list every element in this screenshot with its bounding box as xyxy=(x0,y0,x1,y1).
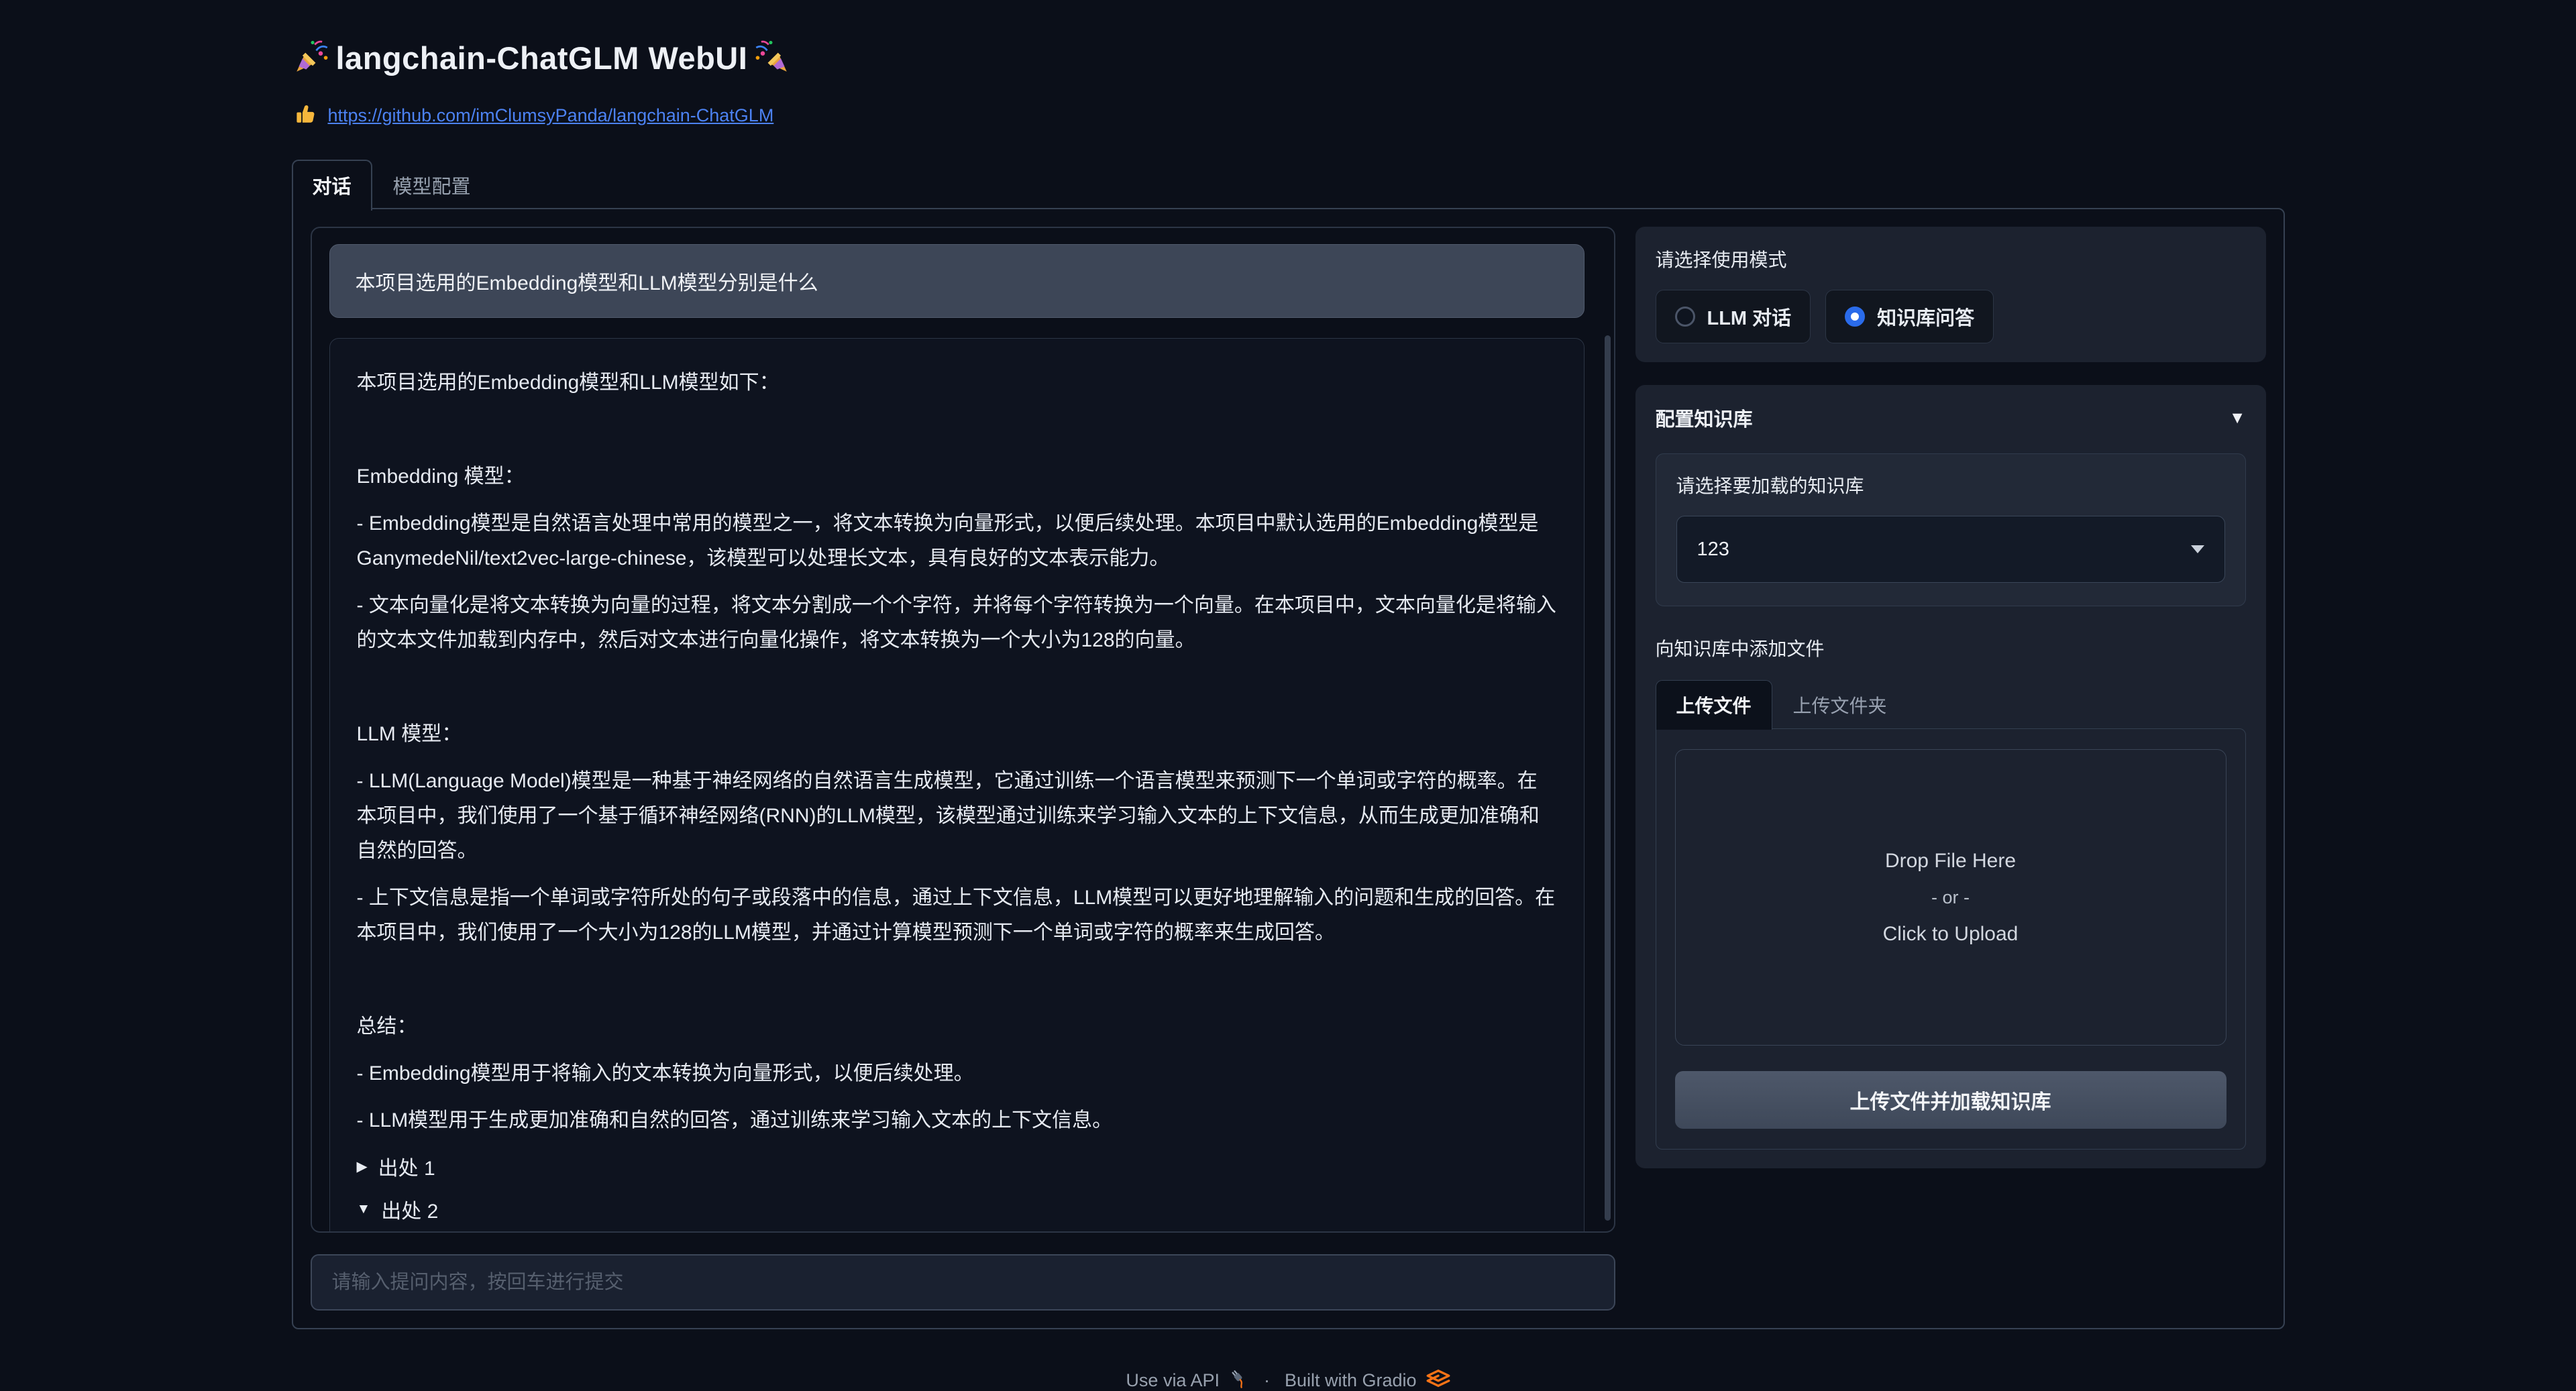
use-via-api-label: Use via API xyxy=(1126,1370,1220,1391)
chat-column: 本项目选用的Embedding模型和LLM模型分别是什么 本项目选用的Embed… xyxy=(311,227,1615,1311)
radio-on-icon xyxy=(1845,307,1865,327)
tab-model-config[interactable]: 模型配置 xyxy=(372,160,492,209)
blank-line xyxy=(357,670,1557,705)
chatbot-window: 本项目选用的Embedding模型和LLM模型分别是什么 本项目选用的Embed… xyxy=(311,227,1615,1233)
dropzone-line-2: - or - xyxy=(1931,887,1970,908)
tab-upload-file[interactable]: 上传文件 xyxy=(1656,680,1772,730)
built-with-gradio-link[interactable]: Built with Gradio xyxy=(1285,1369,1450,1391)
disclosure-closed-icon: ▶ xyxy=(357,1158,368,1175)
disclosure-open-icon: ▼ xyxy=(357,1201,371,1217)
bot-paragraph: - LLM模型用于生成更加准确和自然的回答，通过训练来学习输入文本的上下文信息。 xyxy=(357,1103,1557,1138)
bot-paragraph: - 文本向量化是将文本转换为向量的过程，将文本分割成一个个字符，并将每个字符转换… xyxy=(357,588,1557,658)
tab-upload-folder[interactable]: 上传文件夹 xyxy=(1772,680,1908,729)
app-container: langchain-ChatGLM WebUI https://github.c… xyxy=(292,0,2285,1391)
bot-paragraph: 本项目选用的Embedding模型和LLM模型如下： xyxy=(357,366,1557,400)
dropzone-line-3: Click to Upload xyxy=(1883,923,2019,946)
kb-select-group: 请选择要加载的知识库 123 xyxy=(1656,453,2246,606)
bot-paragraph: - Embedding模型是自然语言处理中常用的模型之一，将文本转换为向量形式，… xyxy=(357,506,1557,576)
mode-select-box: 请选择使用模式 LLM 对话 知识库问答 xyxy=(1635,227,2266,362)
footer: Use via API · Built with Gradio xyxy=(292,1368,2285,1391)
blank-line xyxy=(357,412,1557,447)
controls-column: 请选择使用模式 LLM 对话 知识库问答 配置知识库 xyxy=(1635,227,2266,1311)
mode-radio-group: LLM 对话 知识库问答 xyxy=(1656,290,2246,343)
radio-off-icon xyxy=(1675,307,1695,327)
radio-knowledge-qa[interactable]: 知识库问答 xyxy=(1825,290,1994,343)
dropzone-line-1: Drop File Here xyxy=(1885,850,2016,873)
bot-message: 本项目选用的Embedding模型和LLM模型如下： Embedding 模型：… xyxy=(329,338,1585,1233)
kb-accordion-header[interactable]: 配置知识库 ▼ xyxy=(1656,404,2246,432)
blank-line xyxy=(357,962,1557,997)
knowledge-base-box: 配置知识库 ▼ 请选择要加载的知识库 123 向知识库中添加文件 上传文件 上传 xyxy=(1635,385,2266,1168)
kb-accordion-title: 配置知识库 xyxy=(1656,404,1753,432)
file-dropzone[interactable]: Drop File Here - or - Click to Upload xyxy=(1675,749,2226,1046)
mode-select-label: 请选择使用模式 xyxy=(1656,245,2246,272)
page-title: langchain-ChatGLM WebUI xyxy=(336,40,748,76)
source-2-toggle[interactable]: ▼ 出处 2 xyxy=(357,1194,1557,1224)
party-popper-icon xyxy=(754,39,789,77)
bot-paragraph: Embedding 模型： xyxy=(357,459,1557,494)
footer-separator: · xyxy=(1264,1370,1270,1391)
chat-prompt-input[interactable] xyxy=(311,1254,1615,1311)
source-1-toggle[interactable]: ▶ 出处 1 xyxy=(357,1152,1557,1181)
gradio-logo-icon xyxy=(1426,1369,1450,1391)
bot-paragraph: - 上下文信息是指一个单词或字符所处的句子或段落中的信息，通过上下文信息，LLM… xyxy=(357,881,1557,950)
dialogue-tab-panel: 本项目选用的Embedding模型和LLM模型分别是什么 本项目选用的Embed… xyxy=(292,208,2285,1329)
party-popper-icon xyxy=(294,39,329,77)
bot-paragraph: - LLM(Language Model)模型是一种基于神经网络的自然语言生成模… xyxy=(357,764,1557,869)
kb-select-value: 123 xyxy=(1697,539,1729,561)
kb-select-label: 请选择要加载的知识库 xyxy=(1676,471,2225,498)
github-repo-link[interactable]: https://github.com/imClumsyPanda/langcha… xyxy=(328,105,774,126)
source-1-label: 出处 1 xyxy=(378,1152,435,1181)
tab-dialogue[interactable]: 对话 xyxy=(292,160,372,211)
accordion-collapse-icon: ▼ xyxy=(2229,408,2246,428)
thumbs-up-icon xyxy=(294,103,317,129)
chatbot-scrollbar[interactable] xyxy=(1605,335,1611,1221)
upload-tab-content: Drop File Here - or - Click to Upload 上传… xyxy=(1656,728,2246,1150)
repo-link-row: https://github.com/imClumsyPanda/langcha… xyxy=(292,103,2285,129)
bot-paragraph: LLM 模型： xyxy=(357,717,1557,752)
kb-add-files-label: 向知识库中添加文件 xyxy=(1656,634,2246,661)
chat-input-wrap xyxy=(311,1254,1615,1311)
bot-paragraph: 总结： xyxy=(357,1009,1557,1044)
user-message: 本项目选用的Embedding模型和LLM模型分别是什么 xyxy=(329,244,1585,318)
built-with-gradio-label: Built with Gradio xyxy=(1285,1370,1417,1391)
radio-llm-dialogue-label: LLM 对话 xyxy=(1707,302,1792,331)
plug-icon xyxy=(1229,1368,1249,1391)
upload-and-load-kb-button[interactable]: 上传文件并加载知识库 xyxy=(1675,1071,2226,1129)
radio-llm-dialogue[interactable]: LLM 对话 xyxy=(1656,290,1811,343)
upload-tab-nav: 上传文件 上传文件夹 xyxy=(1656,680,2246,729)
use-via-api-link[interactable]: Use via API xyxy=(1126,1368,1249,1391)
main-tab-nav: 对话 模型配置 xyxy=(292,160,2285,209)
radio-knowledge-qa-label: 知识库问答 xyxy=(1877,302,1974,331)
page-title-row: langchain-ChatGLM WebUI xyxy=(292,39,2285,77)
kb-select-dropdown[interactable]: 123 xyxy=(1676,516,2225,583)
source-2-label: 出处 2 xyxy=(381,1194,438,1224)
chevron-down-icon xyxy=(2191,545,2204,553)
bot-paragraph: - Embedding模型用于将输入的文本转换为向量形式，以便后续处理。 xyxy=(357,1056,1557,1091)
